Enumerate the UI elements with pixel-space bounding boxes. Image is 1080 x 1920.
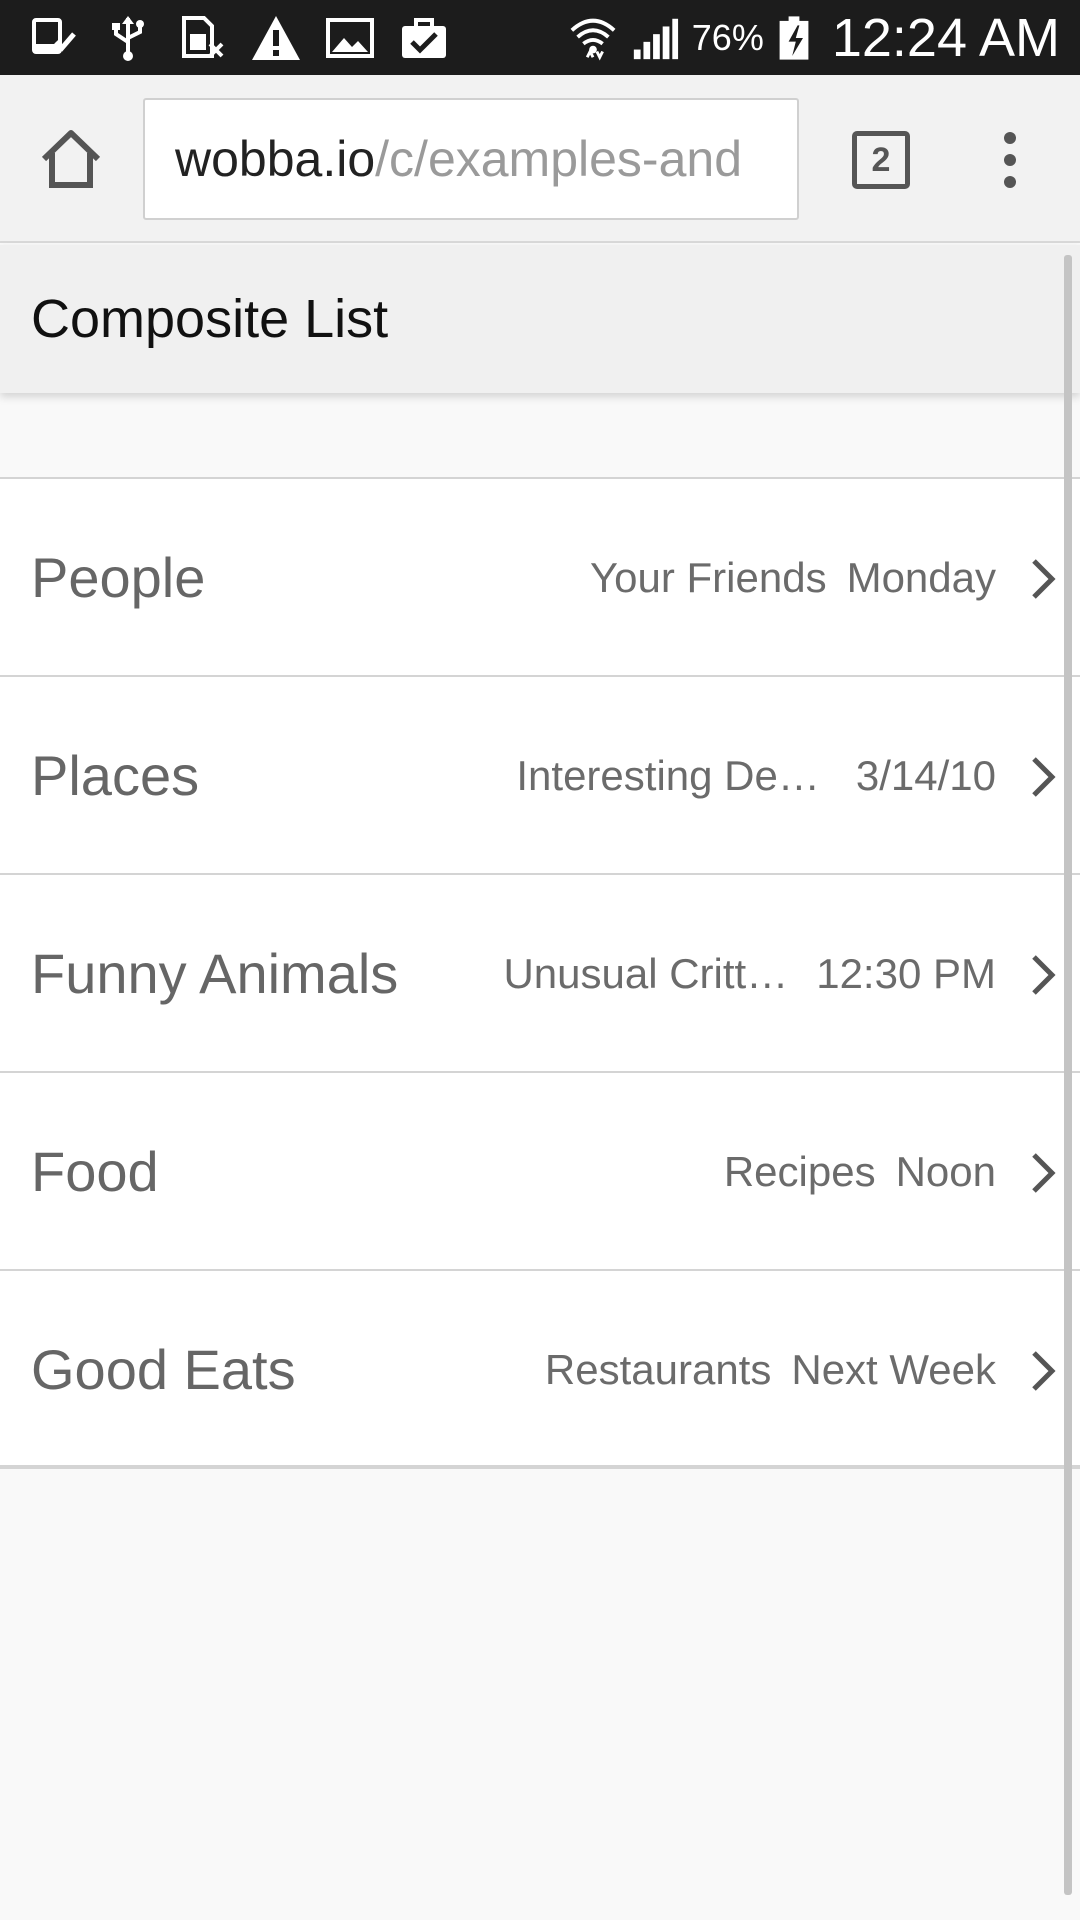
more-vert-icon[interactable] [990,125,1030,195]
chevron-right-icon [1032,1153,1056,1193]
home-icon[interactable] [36,125,106,195]
list-item-meta: Your Friends Monday [590,479,996,677]
url-path: /c/examples-and [375,131,743,187]
tabs-button[interactable]: 2 [852,131,910,189]
list-item-subtitle: Interesting De… [516,752,820,799]
list-item-title: Good Eats [31,1338,296,1401]
list-item-title: Funny Animals [31,942,399,1005]
list-item-title: People [31,546,206,609]
list-item-title: Food [31,1140,159,1203]
list-item-meta: Interesting De… 3/14/10 [516,677,996,875]
composite-list: People Your Friends Monday Places Intere… [0,477,1080,1469]
scrollbar[interactable] [1064,255,1072,1895]
status-bar: 76% 12:24 AM [0,0,1080,75]
battery-percentage: 76% [691,16,764,58]
sim-card-error-icon [182,15,224,58]
list-item-food[interactable]: Food Recipes Noon [0,1073,1080,1271]
list-item-date: Noon [895,1148,996,1195]
list-item-subtitle: Unusual Critt… [503,950,789,997]
page-header: Composite List [0,245,1080,393]
browser-toolbar: wobba.io/c/examples-and 2 [0,75,1080,243]
list-item-funny-animals[interactable]: Funny Animals Unusual Critt… 12:30 PM [0,875,1080,1073]
list-item-good-eats[interactable]: Good Eats Restaurants Next Week [0,1271,1080,1469]
clipboard-check-icon [402,17,446,58]
chevron-right-icon [1032,757,1056,797]
chevron-right-icon [1032,955,1056,995]
list-item-date: Monday [846,554,996,601]
wifi-icon [570,18,616,60]
download-done-icon [32,17,76,54]
list-item-people[interactable]: People Your Friends Monday [0,479,1080,677]
chevron-right-icon [1032,559,1056,599]
list-item-subtitle: Restaurants [544,1346,772,1393]
url-bar[interactable]: wobba.io/c/examples-and [143,98,799,220]
list-item-meta: Restaurants Next Week [545,1271,996,1469]
list-item-meta: Recipes Noon [724,1073,996,1271]
list-item-date: 3/14/10 [855,752,996,799]
list-item-subtitle: Recipes [723,1148,876,1195]
list-item-date: 12:30 PM [816,950,996,997]
usb-icon [112,15,144,61]
cell-signal-icon [633,18,678,59]
tab-count: 2 [871,140,891,179]
notification-icons [28,0,450,75]
list-item-meta: Unusual Critt… 12:30 PM [503,875,996,1073]
list-item-subtitle: Your Friends [590,554,827,601]
list-item-places[interactable]: Places Interesting De… 3/14/10 [0,677,1080,875]
battery-charging-icon [779,15,809,60]
chevron-right-icon [1032,1351,1056,1391]
page-title: Composite List [31,289,389,349]
gallery-icon [326,17,374,58]
list-item-title: Places [31,744,200,807]
clock: 12:24 AM [831,7,1060,68]
url-host: wobba.io [175,131,376,187]
list-item-date: Next Week [791,1346,996,1393]
system-icons: 76% 12:24 AM [568,0,1060,75]
warning-icon [252,15,300,60]
page-content: Composite List People Your Friends Monda… [0,245,1080,1920]
